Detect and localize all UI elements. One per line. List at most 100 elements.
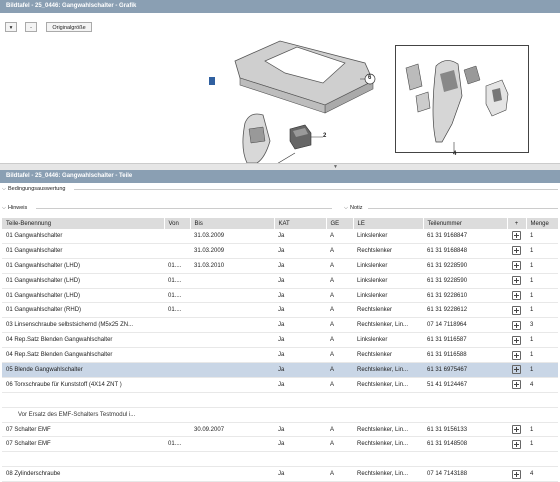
cell-nr: 61 31 9116588 [423, 347, 507, 364]
table-row[interactable]: 05 Blende Gangwahlschalter Ja A Rechtslenke… [2, 362, 558, 378]
cell-bis: 31.03.2009 [190, 229, 274, 244]
bezel-part[interactable] [234, 40, 374, 114]
column-header[interactable]: Menge [526, 218, 559, 229]
zoom-out-button[interactable]: - [25, 22, 37, 32]
cell-kat: Ja [274, 422, 326, 438]
callout-2[interactable]: 2 [323, 133, 326, 139]
add-to-cart-icon[interactable] [512, 365, 521, 375]
switch-module-part[interactable] [289, 124, 312, 150]
detail-inset-drawing [405, 60, 509, 152]
cell-von: 01.... [164, 302, 190, 319]
table-row[interactable] [2, 451, 558, 468]
cell-von [164, 407, 190, 423]
add-to-cart-icon[interactable] [512, 246, 521, 256]
table-row[interactable]: 08 Zylinderschraube Ja A Rechtslenker, Lin.… [2, 466, 558, 482]
parts-title: Bildtafel - 25_0446: Gangwahlschalter - … [6, 173, 133, 179]
table-row[interactable]: 01 Gangwahlschalter (LHD) 01.... Ja A Linksl… [2, 273, 558, 289]
add-to-cart-icon[interactable] [512, 335, 521, 345]
cell-kat: Ja [274, 258, 326, 274]
column-header[interactable]: LE [353, 218, 424, 229]
table-row[interactable]: 06 Torxschraube für Kunststoff (4X14 ZNT… [2, 377, 558, 393]
callout-4[interactable]: 4 [453, 151, 456, 157]
section-divider [74, 189, 558, 190]
add-to-cart-icon[interactable] [512, 425, 521, 435]
table-row[interactable]: 01 Gangwahlschalter 31.03.2009 Ja A Linkslen… [2, 229, 558, 244]
cell-ge [326, 407, 353, 423]
cell-nr: 61 31 9148508 [423, 436, 507, 453]
cell-nr [423, 407, 507, 423]
cell-ge: A [326, 436, 353, 453]
column-header[interactable]: KAT [274, 218, 327, 229]
add-to-cart-icon[interactable] [512, 320, 521, 330]
table-row[interactable]: 04 Rep.Satz Blenden Gangwahlschalter Ja A R… [2, 347, 558, 364]
detail-inset-box[interactable] [395, 45, 529, 153]
add-to-cart-icon[interactable] [512, 439, 521, 449]
column-header[interactable]: GE [326, 218, 354, 229]
cell-von [164, 466, 190, 482]
cell-nr: 61 31 9228610 [423, 288, 507, 304]
add-to-cart-icon[interactable] [512, 350, 521, 360]
table-header-row: Teile-Benennung Von Bis KAT GE LE Teilenummer +… [2, 218, 559, 229]
cell-cart [507, 362, 526, 378]
cell-ge: A [326, 243, 353, 259]
cell-kat: Ja [274, 436, 326, 453]
cell-name: 01 Gangwahlschalter (LHD) [2, 288, 164, 304]
cell-kat: Ja [274, 302, 326, 319]
cell-le: Rechtslenker [353, 243, 423, 259]
graphic-title-bar: Bildtafel - 25_0446: Gangwahlschalter - … [0, 0, 560, 13]
cell-menge: 1 [526, 258, 558, 274]
note-row[interactable]: Vor Ersatz des EMF-Schalters Testmodul i… [2, 407, 558, 423]
selection-marker-icon [209, 77, 215, 85]
column-header[interactable]: Teile-Benennung [2, 218, 165, 229]
add-to-cart-icon[interactable] [512, 261, 521, 271]
original-size-label: Originalgröße [52, 25, 86, 31]
column-header[interactable]: Teilenummer [423, 218, 508, 229]
column-header[interactable]: + [507, 218, 527, 229]
table-row[interactable]: 01 Gangwahlschalter 31.03.2009 Ja A Rechtsle… [2, 243, 558, 259]
add-to-cart-icon[interactable] [512, 276, 521, 286]
shifter-part[interactable] [242, 113, 271, 164]
table-row[interactable]: 01 Gangwahlschalter (RHD) 01.... Ja A Rechts… [2, 302, 558, 319]
add-to-cart-icon[interactable] [512, 469, 521, 479]
cell-von: 01.... [164, 258, 190, 274]
cell-bis [190, 302, 274, 319]
cell-kat: Ja [274, 317, 326, 334]
column-header[interactable]: Bis [190, 218, 275, 229]
cell-nr: 07 14 7118964 [423, 317, 507, 334]
cell-bis: 31.03.2009 [190, 243, 274, 259]
graphic-title: Bildtafel - 25_0446: Gangwahlschalter - … [6, 3, 137, 9]
table-row[interactable]: 01 Gangwahlschalter (LHD) 01.... 31.03.201… [2, 258, 558, 274]
cell-nr [423, 392, 507, 408]
cell-name: 06 Torxschraube für Kunststoff (4X14 ZNT… [2, 377, 164, 393]
table-row[interactable] [2, 392, 558, 408]
add-to-cart-icon[interactable] [512, 231, 521, 241]
add-to-cart-icon[interactable] [512, 380, 521, 390]
cell-bis [190, 377, 274, 393]
column-header[interactable]: Von [164, 218, 191, 229]
original-size-button[interactable]: Originalgröße [46, 22, 92, 32]
cell-menge: 1 [526, 229, 558, 244]
table-row[interactable]: 03 Linsenschraube selbstsichernd (M5x25 … [2, 317, 558, 334]
cell-ge: A [326, 362, 353, 378]
cell-cart [507, 377, 526, 393]
callout-1[interactable]: 1 [211, 64, 214, 70]
callout-6[interactable]: 6 [368, 75, 371, 81]
add-to-cart-icon[interactable] [512, 305, 521, 315]
cell-ge [326, 451, 353, 468]
section-divider [36, 208, 332, 209]
table-row[interactable]: 04 Rep.Satz Blenden Gangwahlschalter Ja A L… [2, 332, 558, 349]
cell-bis [190, 347, 274, 364]
table-row[interactable]: 07 Schalter EMF 01.... Ja A Rechtslenker, Li… [2, 436, 558, 453]
cell-von [164, 422, 190, 438]
add-to-cart-icon[interactable] [512, 291, 521, 300]
cell-le: Linkslenker [353, 288, 423, 304]
cell-ge: A [326, 422, 353, 438]
menu-dropdown-button[interactable]: ▾ [5, 22, 17, 32]
chevron-down-icon: ⌵ [343, 205, 349, 211]
table-row[interactable]: 01 Gangwahlschalter (LHD) 01.... Ja A Linksl… [2, 288, 558, 304]
cell-von [164, 377, 190, 393]
cell-cart [507, 436, 526, 453]
table-row[interactable]: 07 Schalter EMF 30.09.2007 Ja A Rechtslenker… [2, 422, 558, 438]
exploded-view-drawing[interactable] [205, 33, 390, 169]
cell-kat [274, 407, 326, 423]
